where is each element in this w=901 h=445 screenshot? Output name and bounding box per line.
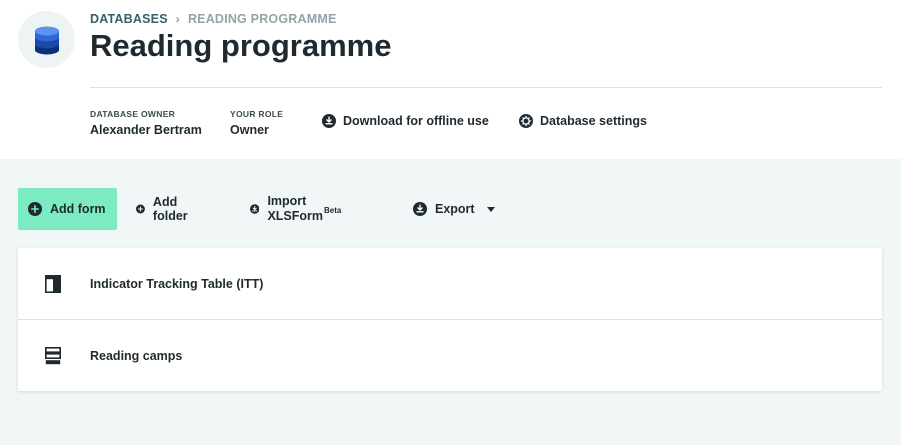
user-role-label: YOUR ROLE (230, 109, 284, 119)
download-icon (322, 114, 336, 128)
plus-circle-icon (28, 202, 42, 216)
upload-icon (250, 204, 260, 214)
add-folder-button[interactable]: Add folder (126, 188, 203, 230)
list-item[interactable]: Reading camps (18, 319, 882, 391)
table-icon (45, 274, 61, 293)
download-offline-label: Download for offline use (343, 114, 489, 128)
plus-circle-icon (136, 204, 145, 214)
form-list: Indicator Tracking Table (ITT) Reading c… (18, 248, 882, 391)
breadcrumb: DATABASES › READING PROGRAMME (90, 12, 336, 26)
database-owner-label: DATABASE OWNER (90, 109, 176, 119)
add-form-label: Add form (50, 202, 106, 216)
import-xlsform-text: Import XLSForm (267, 194, 324, 224)
database-settings-label: Database settings (540, 114, 647, 128)
user-role-value: Owner (230, 123, 269, 137)
form-icon (45, 346, 61, 365)
download-offline-button[interactable]: Download for offline use (322, 114, 489, 128)
user-role: YOUR ROLE Owner (230, 109, 283, 137)
header-divider (90, 87, 882, 88)
database-owner: DATABASE OWNER Alexander Bertram (90, 109, 202, 137)
form-label: Reading camps (90, 348, 183, 363)
caret-down-icon (486, 206, 495, 212)
breadcrumb-current: READING PROGRAMME (187, 12, 337, 26)
gear-icon (519, 114, 533, 128)
list-item[interactable]: Indicator Tracking Table (ITT) (18, 248, 882, 319)
import-xlsform-button[interactable]: Import XLSFormBeta (240, 188, 356, 230)
page-title: Reading programme (90, 28, 392, 63)
export-dropdown-button[interactable]: Export (403, 188, 505, 230)
add-folder-label: Add folder (152, 195, 188, 223)
database-settings-button[interactable]: Database settings (519, 114, 647, 128)
database-header: DATABASES › READING PROGRAMME Reading pr… (0, 0, 901, 159)
breadcrumb-databases-link[interactable]: DATABASES (90, 12, 168, 26)
export-label: Export (435, 202, 475, 216)
import-xlsform-label: Import XLSFormBeta (267, 194, 345, 223)
download-icon (413, 202, 427, 216)
form-label: Indicator Tracking Table (ITT) (90, 276, 264, 291)
breadcrumb-separator-icon: › (175, 12, 180, 26)
beta-badge: Beta (324, 206, 342, 216)
database-owner-value: Alexander Bertram (90, 123, 202, 137)
add-form-button[interactable]: Add form (18, 188, 117, 230)
database-icon (18, 11, 75, 68)
